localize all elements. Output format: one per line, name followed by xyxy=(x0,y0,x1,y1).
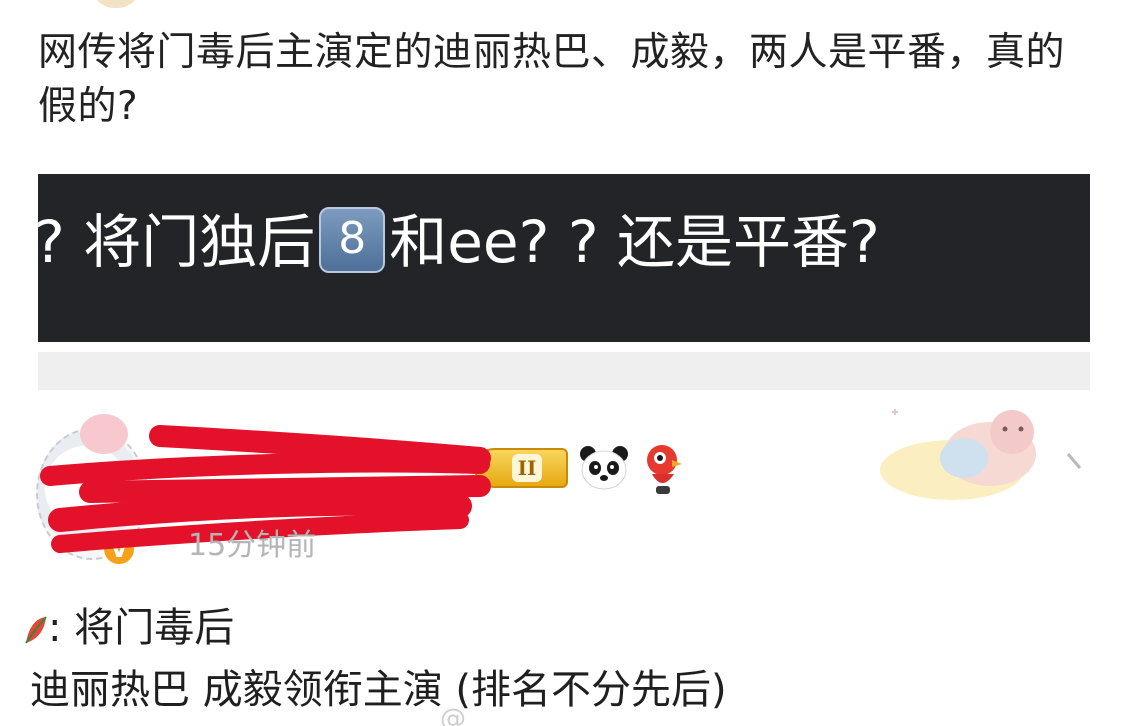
cloud-sticker-icon xyxy=(880,409,1082,500)
watermelon-leaf-icon xyxy=(25,616,47,644)
banner-part1: 将门独后 xyxy=(83,208,316,276)
red-bird-emoji-icon xyxy=(647,445,682,494)
comment-line-2: 迪丽热巴 成毅领衔主演 (排名不分先后) xyxy=(30,667,727,713)
banner-text: ? 将门独后8和ee? ? 还是平番? xyxy=(38,202,880,282)
post-text: 网传将门毒后主演定的迪丽热巴、成毅，两人是平番，真的假的? xyxy=(38,30,1066,129)
avatar-edge xyxy=(92,0,140,8)
comment-time: 15分钟前 xyxy=(188,528,317,563)
watermark-text: @ xyxy=(440,704,466,726)
separator-band xyxy=(38,352,1090,390)
comment-line-1: : 将门毒后 xyxy=(25,600,235,656)
comment-line-1-text: : 将门毒后 xyxy=(48,605,235,651)
keycap-8-icon: 8 xyxy=(319,206,386,273)
banner-lead: ? xyxy=(38,208,65,276)
banner-part2: 和ee? ? 还是平番? xyxy=(389,208,880,276)
screenshot-page: 网传将门毒后主演定的迪丽热巴、成毅，两人是平番，真的假的? ? 将门独后8和ee… xyxy=(0,0,1124,726)
embedded-image-banner[interactable]: ? 将门独后8和ee? ? 还是平番? xyxy=(38,174,1090,342)
